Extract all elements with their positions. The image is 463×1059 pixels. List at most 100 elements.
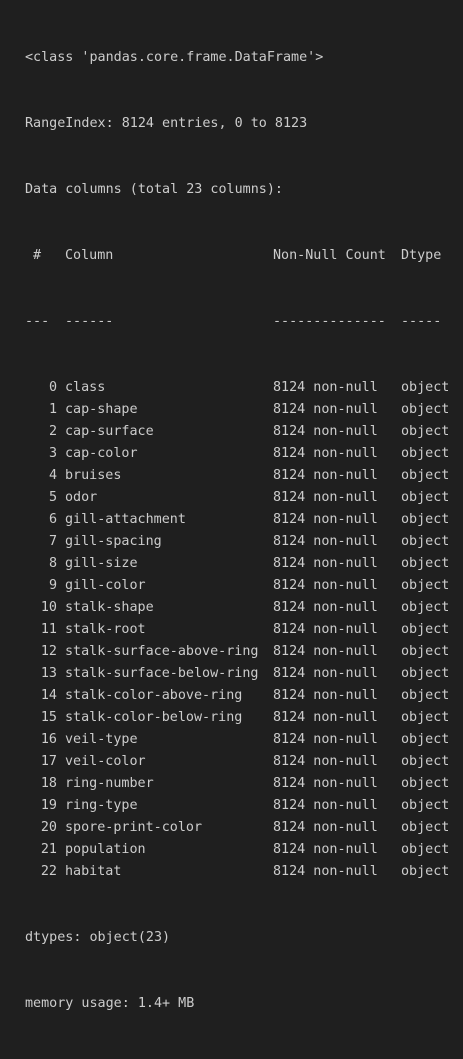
separator-row: --- ------ -------------- ----- [0, 311, 463, 333]
table-row: 8 gill-size 8124 non-null object [0, 553, 463, 575]
row-non-null-count: 8124 non-null [273, 798, 378, 813]
row-non-null-count: 8124 non-null [273, 512, 378, 527]
table-row: 2 cap-surface 8124 non-null object [0, 421, 463, 443]
row-column-name: cap-surface [65, 424, 154, 439]
row-column-name: veil-color [65, 754, 146, 769]
row-non-null-count: 8124 non-null [273, 468, 378, 483]
dtypes-text: dtypes: object(23) [25, 930, 171, 945]
row-non-null-count: 8124 non-null [273, 754, 378, 769]
row-dtype: object [401, 380, 450, 395]
row-num: 10 [40, 600, 57, 615]
row-non-null-count: 8124 non-null [273, 732, 378, 747]
table-row: 4 bruises 8124 non-null object [0, 465, 463, 487]
table-row: 15 stalk-color-below-ring 8124 non-null obj… [0, 707, 463, 729]
table-row: 17 veil-color 8124 non-null object [0, 751, 463, 773]
row-non-null-count: 8124 non-null [273, 578, 378, 593]
header-row: # Column Non-Null Count Dtype [0, 245, 463, 267]
row-dtype: object [401, 512, 450, 527]
row-column-name: spore-print-color [65, 820, 203, 835]
dataframe-info-output: <class 'pandas.core.frame.DataFrame'> Ra… [0, 3, 463, 1037]
row-dtype: object [401, 688, 450, 703]
row-column-name: stalk-color-below-ring [65, 710, 243, 725]
row-dtype: object [401, 864, 450, 879]
row-non-null-count: 8124 non-null [273, 622, 378, 637]
row-column-name: cap-shape [65, 402, 138, 417]
header-column: Column [65, 248, 114, 263]
row-column-name: stalk-shape [65, 600, 154, 615]
row-column-name: bruises [65, 468, 122, 483]
row-non-null-count: 8124 non-null [273, 688, 378, 703]
separator-count: -------------- [273, 314, 386, 329]
row-column-name: gill-color [65, 578, 146, 593]
row-non-null-count: 8124 non-null [273, 424, 378, 439]
row-column-name: veil-type [65, 732, 138, 747]
row-num: 14 [40, 688, 57, 703]
separator-dtype: ----- [401, 314, 442, 329]
row-num: 17 [40, 754, 57, 769]
header-count: Non-Null Count [273, 248, 386, 263]
header-dtype: Dtype [401, 248, 442, 263]
row-non-null-count: 8124 non-null [273, 864, 378, 879]
row-non-null-count: 8124 non-null [273, 842, 378, 857]
row-num: 9 [48, 578, 57, 593]
row-dtype: object [401, 732, 450, 747]
row-num: 3 [48, 446, 57, 461]
row-column-name: ring-type [65, 798, 138, 813]
row-non-null-count: 8124 non-null [273, 534, 378, 549]
table-row: 3 cap-color 8124 non-null object [0, 443, 463, 465]
table-row: 21 population 8124 non-null object [0, 839, 463, 861]
class-line: <class 'pandas.core.frame.DataFrame'> [0, 47, 463, 69]
row-dtype: object [401, 710, 450, 725]
row-dtype: object [401, 556, 450, 571]
row-column-name: stalk-surface-above-ring [65, 644, 259, 659]
table-row: 12 stalk-surface-above-ring 8124 non-null o… [0, 641, 463, 663]
row-non-null-count: 8124 non-null [273, 644, 378, 659]
table-row: 6 gill-attachment 8124 non-null object [0, 509, 463, 531]
table-row: 11 stalk-root 8124 non-null object [0, 619, 463, 641]
row-dtype: object [401, 446, 450, 461]
row-dtype: object [401, 798, 450, 813]
row-column-name: stalk-color-above-ring [65, 688, 243, 703]
row-dtype: object [401, 468, 450, 483]
memory-line: memory usage: 1.4+ MB [0, 993, 463, 1015]
row-column-name: gill-size [65, 556, 138, 571]
row-num: 5 [48, 490, 57, 505]
row-non-null-count: 8124 non-null [273, 490, 378, 505]
row-non-null-count: 8124 non-null [273, 446, 378, 461]
range-index-text: RangeIndex: 8124 entries, 0 to 8123 [25, 116, 308, 131]
row-dtype: object [401, 490, 450, 505]
table-row: 19 ring-type 8124 non-null object [0, 795, 463, 817]
row-dtype: object [401, 600, 450, 615]
table-row: 7 gill-spacing 8124 non-null object [0, 531, 463, 553]
row-non-null-count: 8124 non-null [273, 666, 378, 681]
row-num: 22 [40, 864, 57, 879]
row-column-name: cap-color [65, 446, 138, 461]
table-row: 1 cap-shape 8124 non-null object [0, 399, 463, 421]
row-dtype: object [401, 666, 450, 681]
row-dtype: object [401, 820, 450, 835]
row-dtype: object [401, 402, 450, 417]
table-row: 10 stalk-shape 8124 non-null object [0, 597, 463, 619]
row-dtype: object [401, 424, 450, 439]
table-row: 5 odor 8124 non-null object [0, 487, 463, 509]
row-dtype: object [401, 578, 450, 593]
row-non-null-count: 8124 non-null [273, 776, 378, 791]
table-row: 9 gill-color 8124 non-null object [0, 575, 463, 597]
row-column-name: class [65, 380, 106, 395]
table-row: 14 stalk-color-above-ring 8124 non-null obj… [0, 685, 463, 707]
row-dtype: object [401, 842, 450, 857]
row-num: 12 [40, 644, 57, 659]
table-row: 0 class 8124 non-null object [0, 377, 463, 399]
row-num: 18 [40, 776, 57, 791]
row-num: 21 [40, 842, 57, 857]
row-non-null-count: 8124 non-null [273, 556, 378, 571]
header-num: # [33, 248, 42, 263]
row-non-null-count: 8124 non-null [273, 710, 378, 725]
table-row: 22 habitat 8124 non-null object [0, 861, 463, 883]
row-num: 16 [40, 732, 57, 747]
row-dtype: object [401, 644, 450, 659]
row-column-name: ring-number [65, 776, 154, 791]
table-row: 13 stalk-surface-below-ring 8124 non-null o… [0, 663, 463, 685]
column-rows: 0 class 8124 non-null object 1 cap-shape 8124 … [0, 377, 463, 883]
row-column-name: odor [65, 490, 98, 505]
